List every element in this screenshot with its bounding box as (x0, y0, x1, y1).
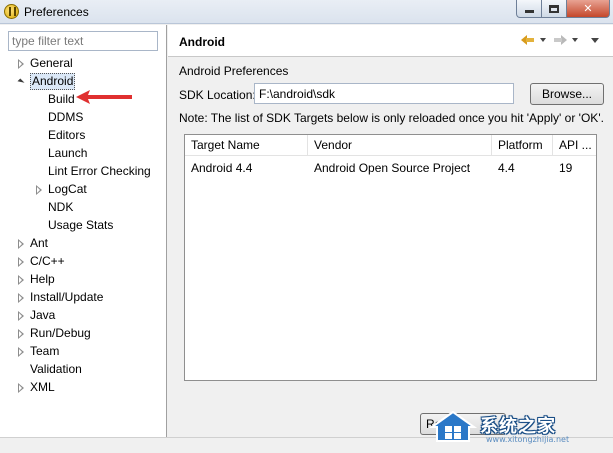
section-label: Android Preferences (179, 64, 289, 78)
column-header-api[interactable]: API ... (553, 135, 596, 156)
tree-item-label: Team (30, 344, 60, 358)
tree-collapsed-icon[interactable] (16, 271, 26, 288)
triangle-right-icon (18, 328, 24, 339)
sdk-location-input[interactable] (254, 83, 514, 104)
cell-platform: 4.4 (498, 161, 515, 175)
tree-expanded-icon[interactable] (16, 73, 26, 90)
house-logo-icon (428, 410, 478, 442)
page-title: Android (179, 35, 225, 49)
sdk-targets-table[interactable]: Target Name Vendor Platform API ... Andr… (184, 134, 597, 381)
filter-input[interactable] (8, 31, 158, 51)
triangle-right-icon (18, 346, 24, 357)
maximize-icon (549, 4, 559, 13)
title-bar: Preferences ✕ (0, 0, 613, 24)
triangle-right-icon (18, 274, 24, 285)
tree-item-label: C/C++ (30, 254, 65, 268)
tree-item-logcat[interactable]: LogCat (0, 181, 166, 198)
tree-item-label: Android (30, 73, 76, 90)
tree-item-label: Help (30, 272, 55, 286)
tree-item-ddms[interactable]: DDMS (0, 109, 166, 126)
forward-history-dropdown-icon[interactable] (572, 38, 578, 42)
triangle-right-icon (18, 256, 24, 267)
tree-item-help[interactable]: Help (0, 271, 166, 288)
column-header-vendor[interactable]: Vendor (308, 135, 492, 156)
tree-item-label: XML (30, 380, 55, 394)
back-history-dropdown-icon[interactable] (540, 38, 546, 42)
triangle-right-icon (18, 292, 24, 303)
tree-item-usage-stats[interactable]: Usage Stats (0, 217, 166, 234)
sdk-location-label: SDK Location: (179, 88, 256, 102)
tree-item-ndk[interactable]: NDK (0, 199, 166, 216)
tree-item-label: Validation (30, 362, 82, 376)
tree-collapsed-icon[interactable] (16, 343, 26, 360)
tree-item-validation[interactable]: Validation (0, 361, 166, 378)
triangle-right-icon (18, 238, 24, 249)
page-header: Android (168, 25, 613, 57)
tree-item-label: Run/Debug (30, 326, 91, 340)
cell-api: 19 (559, 161, 573, 175)
minimize-button[interactable] (516, 0, 542, 18)
cell-vendor: Android Open Source Project (314, 161, 471, 175)
history-navigation (521, 34, 599, 46)
column-header-platform[interactable]: Platform (492, 135, 553, 156)
tree-item-editors[interactable]: Editors (0, 127, 166, 144)
tree-collapsed-icon[interactable] (16, 55, 26, 72)
tree-item-label: Launch (48, 146, 88, 160)
triangle-right-icon (18, 310, 24, 321)
table-header: Target Name Vendor Platform API ... (185, 135, 596, 156)
window-title: Preferences (24, 5, 89, 19)
tree-collapsed-icon[interactable] (16, 235, 26, 252)
window-controls: ✕ (516, 0, 610, 19)
tree-item-general[interactable]: General (0, 55, 166, 72)
tree-item-label: Build (48, 92, 75, 106)
tree-item-xml[interactable]: XML (0, 379, 166, 396)
tree-item-label: Java (30, 308, 56, 322)
close-icon: ✕ (583, 3, 593, 15)
tree-collapsed-icon[interactable] (16, 379, 26, 396)
tree-item-label: Install/Update (30, 290, 104, 304)
watermark-url: www.xitongzhijia.net (486, 435, 570, 444)
sdk-reload-note: Note: The list of SDK Targets below is o… (179, 111, 604, 125)
tree-item-launch[interactable]: Launch (0, 145, 166, 162)
column-header-target-name[interactable]: Target Name (185, 135, 308, 156)
tree-item-label: DDMS (48, 110, 84, 124)
tree-item-c-c-[interactable]: C/C++ (0, 253, 166, 270)
tree-item-label: Editors (48, 128, 86, 142)
cell-target-name: Android 4.4 (191, 161, 253, 175)
triangle-right-icon (18, 382, 24, 393)
view-menu-icon[interactable] (591, 37, 599, 43)
tree-item-label: NDK (48, 200, 74, 214)
maximize-button[interactable] (542, 0, 567, 18)
tree-item-ant[interactable]: Ant (0, 235, 166, 252)
tree-item-label: General (30, 56, 73, 70)
tree-item-label: Ant (30, 236, 49, 250)
watermark: 系统之家 www.xitongzhijia.net (428, 405, 613, 445)
browse-button[interactable]: Browse... (530, 83, 604, 105)
tree-item-run-debug[interactable]: Run/Debug (0, 325, 166, 342)
eclipse-app-icon (4, 4, 19, 19)
tree-item-java[interactable]: Java (0, 307, 166, 324)
tree-item-team[interactable]: Team (0, 343, 166, 360)
preference-page: Android Android Preferences SDK Location… (168, 25, 613, 437)
tree-collapsed-icon[interactable] (16, 307, 26, 324)
tree-collapsed-icon[interactable] (16, 289, 26, 306)
tree-collapsed-icon[interactable] (34, 181, 44, 198)
tree-item-label: Usage Stats (48, 218, 114, 232)
minimize-icon (524, 10, 534, 13)
tree-item-install-update[interactable]: Install/Update (0, 289, 166, 306)
close-button[interactable]: ✕ (567, 0, 610, 18)
tree-item-label: Lint Error Checking (48, 164, 151, 178)
tree-collapsed-icon[interactable] (16, 325, 26, 342)
triangle-right-icon (36, 184, 42, 195)
triangle-down-icon (17, 77, 25, 86)
red-arrow-icon (76, 90, 132, 104)
back-arrow-icon[interactable] (521, 34, 535, 46)
tree-collapsed-icon[interactable] (16, 253, 26, 270)
forward-arrow-icon[interactable] (553, 34, 567, 46)
tree-item-label: LogCat (48, 182, 87, 196)
triangle-right-icon (18, 58, 24, 69)
tree-item-lint-error-checking[interactable]: Lint Error Checking (0, 163, 166, 180)
preferences-tree-pane: General Android Build DDMS Editors Launch Lint… (0, 25, 167, 437)
